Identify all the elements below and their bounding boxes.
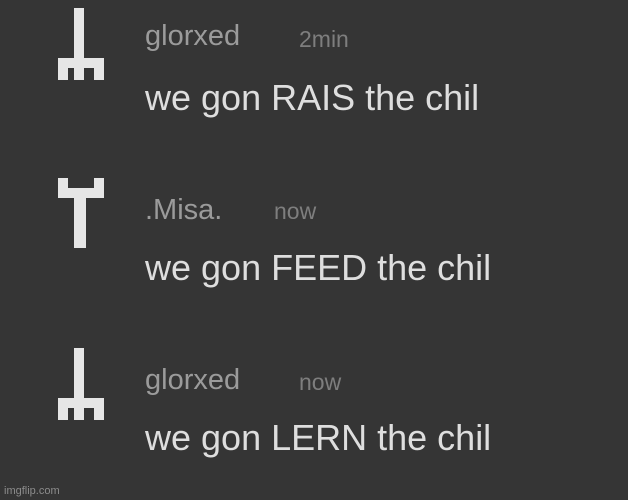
dagger-up-icon bbox=[58, 178, 104, 248]
message-text: we gon FEED the chil bbox=[145, 247, 492, 288]
avatar[interactable] bbox=[58, 348, 104, 424]
username[interactable]: .Misa. bbox=[145, 196, 222, 225]
message-text: we gon LERN the chil bbox=[145, 417, 492, 458]
timestamp: now bbox=[274, 198, 317, 224]
dagger-down-icon bbox=[58, 348, 104, 420]
watermark: imgflip.com bbox=[4, 485, 60, 497]
timestamp: now bbox=[299, 369, 342, 395]
chat-feed: glorxed 2min we gon RAIS the chil .Misa.… bbox=[0, 0, 628, 500]
chat-message: glorxed now we gon LERN the chil bbox=[0, 0, 628, 456]
username[interactable]: glorxed bbox=[145, 366, 240, 395]
avatar[interactable] bbox=[58, 178, 104, 254]
